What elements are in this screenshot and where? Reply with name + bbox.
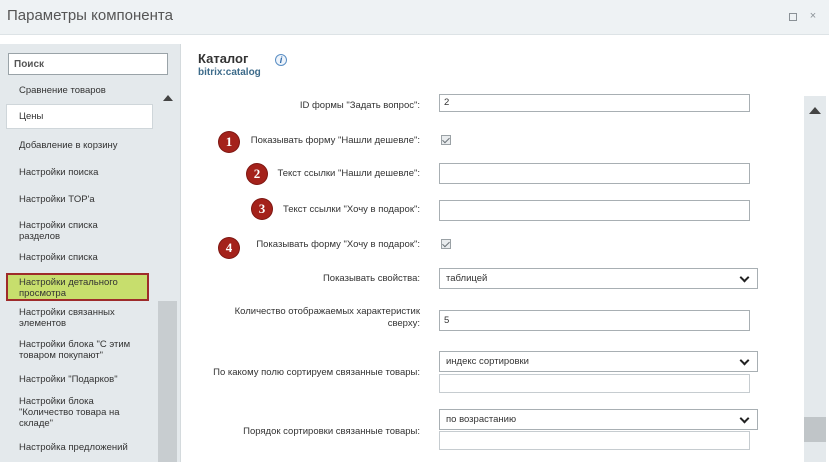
ask-form-id-label: ID формы "Задать вопрос": xyxy=(299,100,420,111)
sidebar-item-store-quantity[interactable]: Настройки блока "Количество товара на ск… xyxy=(6,396,136,429)
annotation-badge-3: 3 xyxy=(252,199,272,219)
scroll-up-arrow-icon[interactable] xyxy=(163,95,173,101)
related-sort-order-select[interactable]: по возрастанию xyxy=(439,409,758,430)
related-sort-field-value: индекс сортировки xyxy=(446,356,529,367)
related-sort-field-extra-input[interactable] xyxy=(439,374,750,393)
sidebar: Сравнение товаров Цены Добавление в корз… xyxy=(0,44,181,462)
settings-form: ID формы "Задать вопрос": 2 1 Показывать… xyxy=(189,94,801,462)
window-title: Параметры компонента xyxy=(7,7,173,24)
related-sort-order-label: Порядок сортировки связанные товары: xyxy=(243,426,420,437)
sidebar-item-prices[interactable]: Цены xyxy=(6,104,153,129)
component-code: bitrix:catalog xyxy=(198,67,261,78)
sidebar-item-gifts[interactable]: Настройки "Подарков" xyxy=(6,374,153,385)
props-count-input[interactable]: 5 xyxy=(439,310,750,331)
component-title: Каталог xyxy=(198,51,249,66)
gift-link-text-label: Текст ссылки "Хочу в подарок": xyxy=(282,204,420,215)
show-gift-form-checkbox[interactable] xyxy=(441,239,451,249)
chevron-down-icon xyxy=(739,355,750,366)
sidebar-item-also-bought[interactable]: Настройки блока "С этим товаром покупают… xyxy=(6,339,153,361)
show-cheaper-form-label: Показывать форму "Нашли дешевле": xyxy=(250,135,420,146)
sidebar-item-offers[interactable]: Настройка предложений xyxy=(6,442,153,453)
sidebar-item-related-elements[interactable]: Настройки связанных элементов xyxy=(6,307,136,329)
show-properties-select[interactable]: таблицей xyxy=(439,268,758,289)
annotation-badge-2: 2 xyxy=(247,164,267,184)
annotation-badge-1: 1 xyxy=(219,132,239,152)
show-properties-label: Показывать свойства: xyxy=(322,273,420,284)
sidebar-item-detail-view[interactable]: Настройки детального просмотра xyxy=(6,273,149,301)
sidebar-item-sections-list[interactable]: Настройки списка разделов xyxy=(6,220,126,242)
scroll-up-arrow-icon[interactable] xyxy=(809,107,821,114)
gift-link-text-input[interactable] xyxy=(439,200,750,221)
sidebar-item-add-to-cart[interactable]: Добавление в корзину xyxy=(6,140,153,151)
ask-form-id-input[interactable]: 2 xyxy=(439,94,750,112)
scrollbar-thumb[interactable] xyxy=(158,301,177,462)
minimize-icon[interactable] xyxy=(787,11,797,21)
chevron-down-icon xyxy=(739,413,750,424)
info-icon[interactable]: i xyxy=(275,54,287,66)
annotation-badge-4: 4 xyxy=(219,238,239,258)
chevron-down-icon xyxy=(739,272,750,283)
sidebar-item-top-settings[interactable]: Настройки TOP'a xyxy=(6,194,153,205)
related-sort-field-label: По какому полю сортируем связанные товар… xyxy=(213,367,420,378)
show-cheaper-form-checkbox[interactable] xyxy=(441,135,451,145)
show-properties-value: таблицей xyxy=(446,273,488,284)
main-scrollbar[interactable] xyxy=(804,96,826,462)
window-titlebar: Параметры компонента × xyxy=(0,0,829,35)
sidebar-item-list-settings[interactable]: Настройки списка xyxy=(6,252,153,263)
sidebar-item-search-settings[interactable]: Настройки поиска xyxy=(6,167,153,178)
related-sort-order-value: по возрастанию xyxy=(446,414,517,425)
props-count-label: Количество отображаемых характеристик св… xyxy=(234,306,420,329)
close-icon[interactable]: × xyxy=(808,11,818,22)
sidebar-item-compare[interactable]: Сравнение товаров xyxy=(6,85,153,96)
related-sort-order-extra-input[interactable] xyxy=(439,431,750,450)
scrollbar-thumb[interactable] xyxy=(804,417,826,442)
cheaper-link-text-input[interactable] xyxy=(439,163,750,184)
cheaper-link-text-label: Текст ссылки "Нашли дешевле": xyxy=(277,168,420,179)
related-sort-field-select[interactable]: индекс сортировки xyxy=(439,351,758,372)
show-gift-form-label: Показывать форму "Хочу в подарок": xyxy=(256,239,420,250)
search-input[interactable] xyxy=(8,53,168,75)
sidebar-scrollbar[interactable] xyxy=(158,90,177,462)
